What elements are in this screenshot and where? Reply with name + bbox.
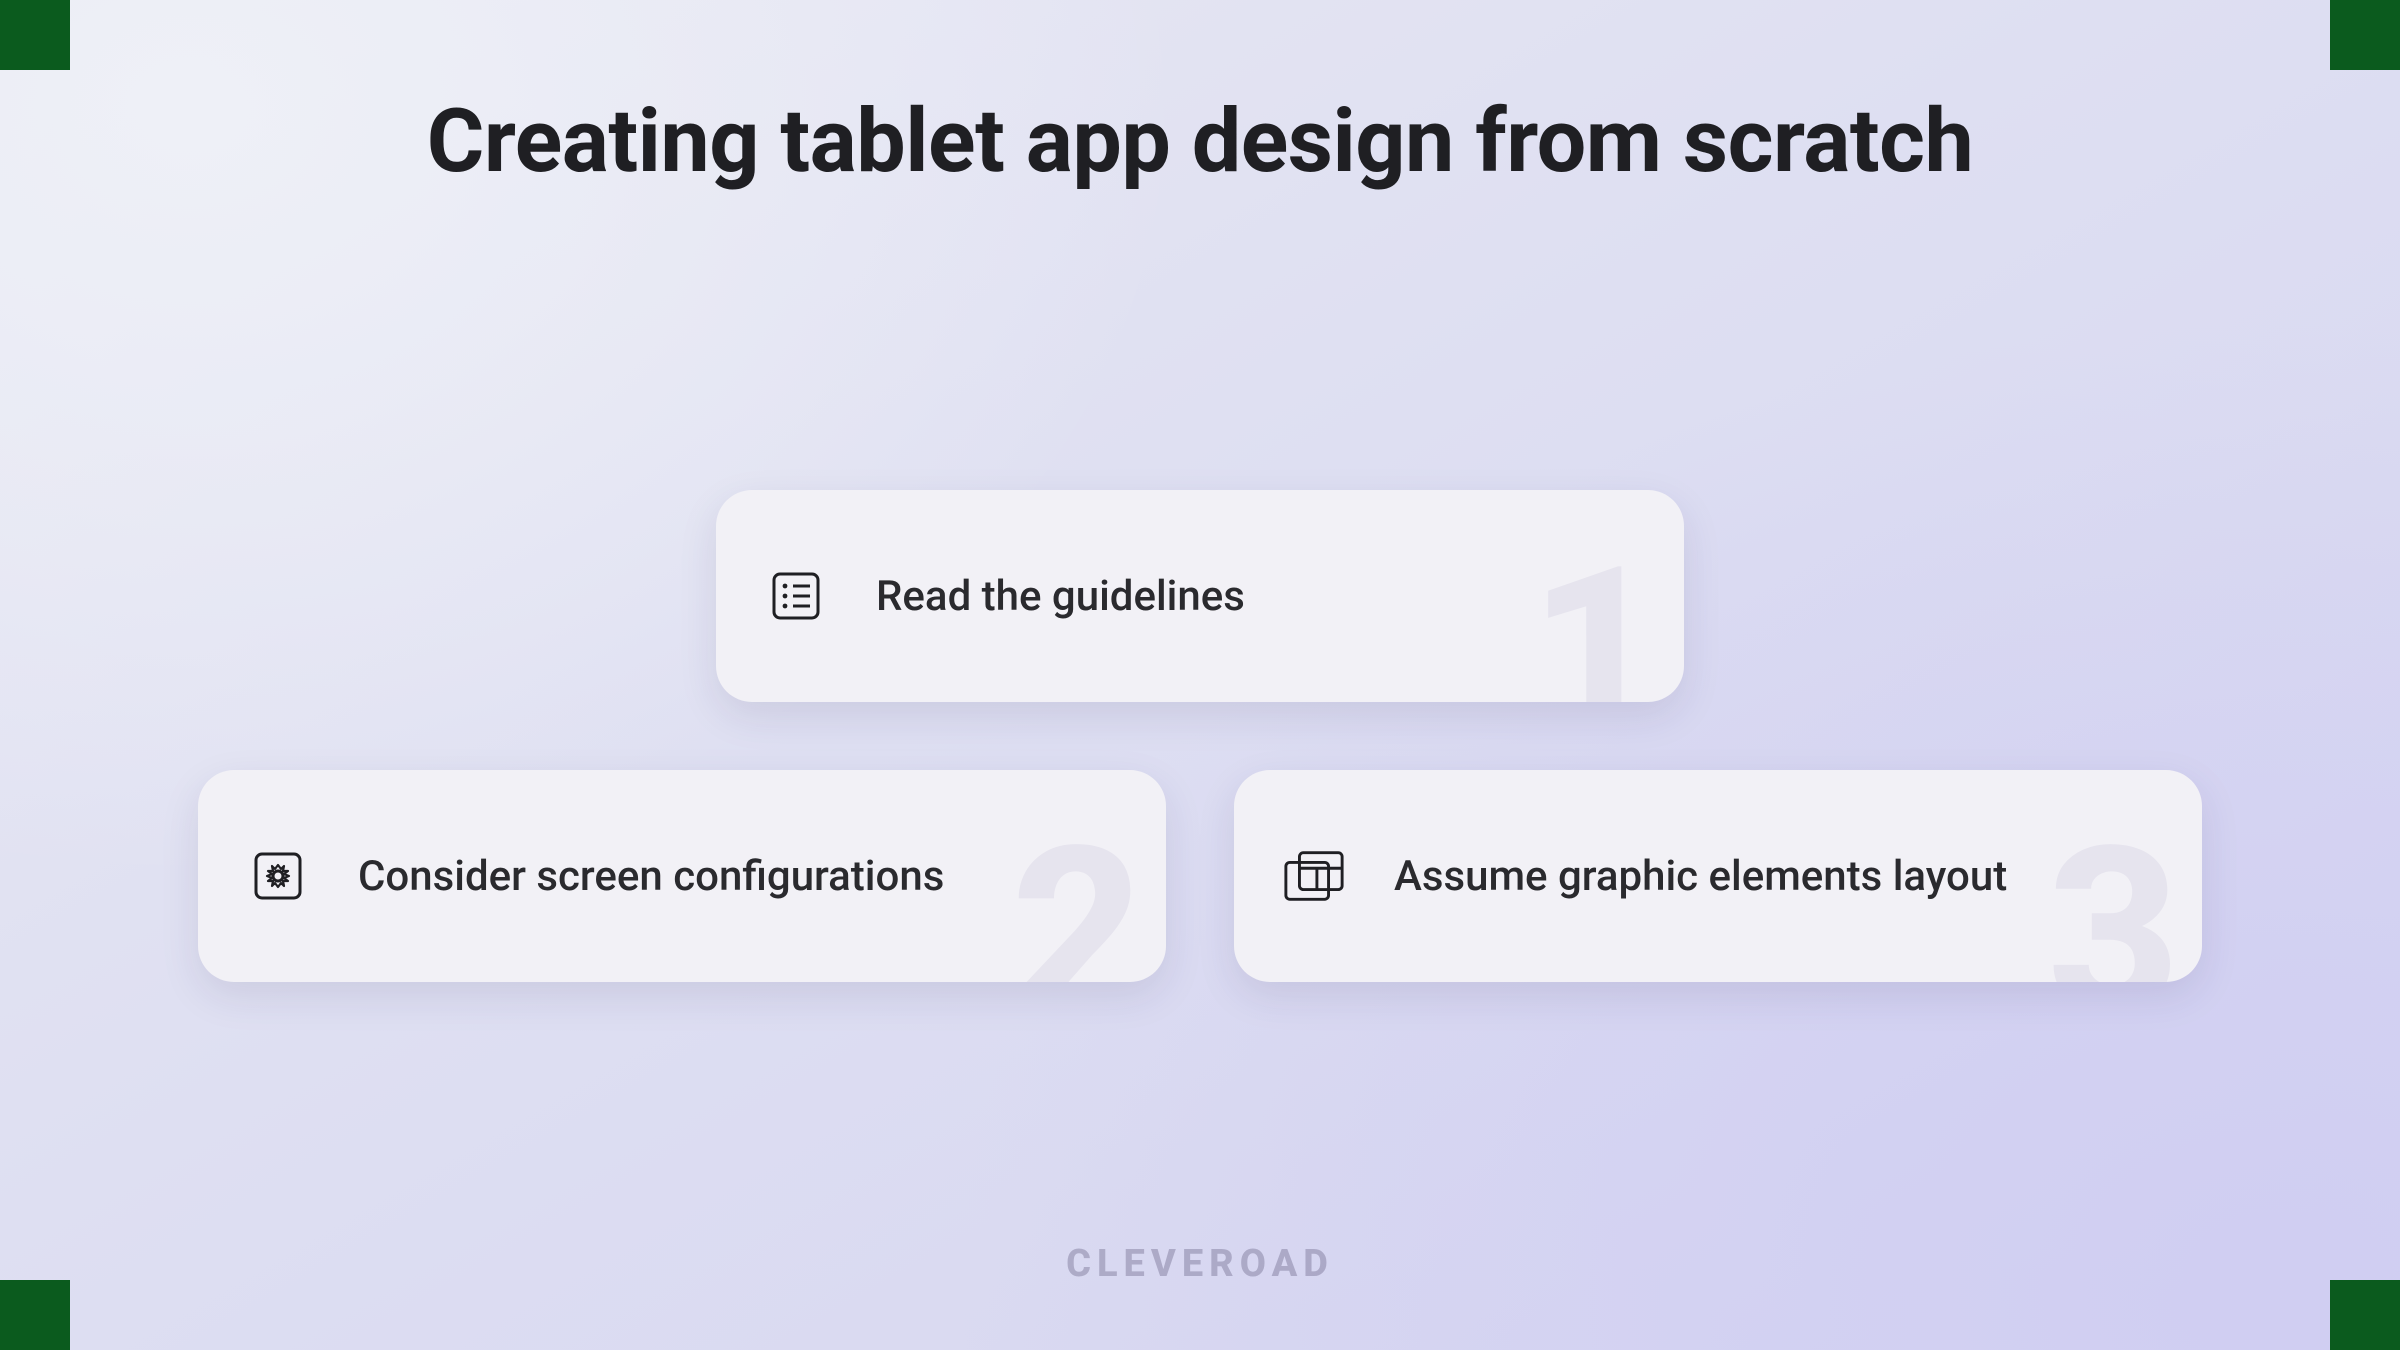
step-card-2: 2 Consider screen configurations bbox=[198, 770, 1166, 982]
brand-wordmark: CLEVEROAD bbox=[0, 1242, 2400, 1286]
layout-grid-icon bbox=[1282, 844, 1346, 908]
page-title: Creating tablet app design from scratch bbox=[0, 90, 2400, 193]
step-label: Consider screen configurations bbox=[358, 852, 944, 901]
step-label: Read the guidelines bbox=[876, 572, 1245, 621]
step-number: 2 bbox=[1011, 818, 1144, 982]
step-label: Assume graphic elements layout bbox=[1394, 852, 2007, 901]
step-card-3: 3 Assume graphic elements layout bbox=[1234, 770, 2202, 982]
settings-panel-icon bbox=[246, 844, 310, 908]
slide-frame: Creating tablet app design from scratch … bbox=[0, 0, 2400, 1350]
step-card-1: 1 Read the guidelines bbox=[716, 490, 1684, 702]
step-number: 1 bbox=[1529, 538, 1662, 702]
step-number: 3 bbox=[2047, 818, 2180, 982]
checklist-icon bbox=[764, 564, 828, 628]
